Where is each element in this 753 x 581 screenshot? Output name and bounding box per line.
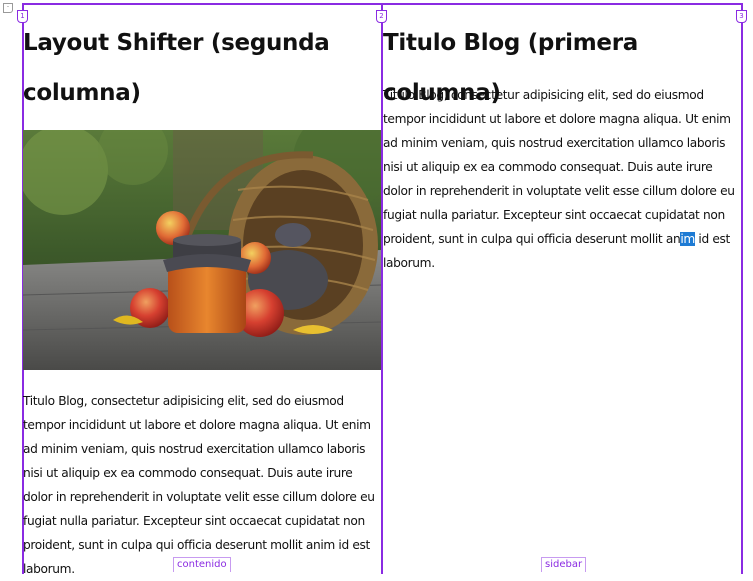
contenido-paragraph: Titulo Blog, consectetur adipisicing eli… <box>23 394 375 576</box>
text-selection[interactable]: im <box>680 232 695 246</box>
grid-line-3 <box>741 3 743 574</box>
sidebar-paragraph: Titulo Blog, consectetur adipisicing eli… <box>383 83 741 275</box>
area-label-contenido: contenido <box>173 557 231 572</box>
area-label-sidebar: sidebar <box>541 557 587 572</box>
sidebar-paragraph-text: Titulo Blog, consectetur adipisicing eli… <box>383 88 735 246</box>
contenido-heading: Layout Shifter (segunda columna) <box>23 30 330 106</box>
sidebar-column: Titulo Blog (primera columna) Titulo Blo… <box>383 0 741 574</box>
basket-apples-jam-image <box>23 130 381 370</box>
grid-corner-marker: - <box>3 3 13 13</box>
